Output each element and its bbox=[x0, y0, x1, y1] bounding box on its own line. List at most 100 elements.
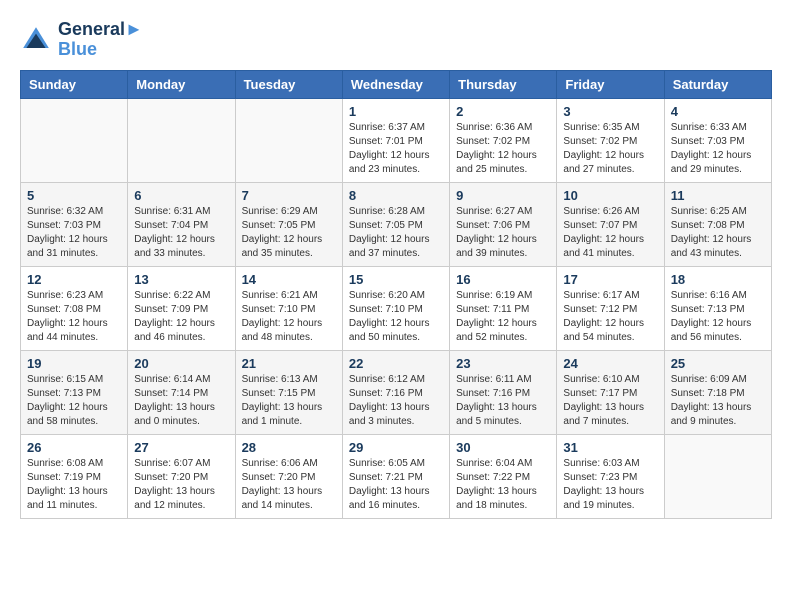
calendar-day-3: 3Sunrise: 6:35 AMSunset: 7:02 PMDaylight… bbox=[557, 98, 664, 182]
calendar-header-wednesday: Wednesday bbox=[342, 70, 449, 98]
calendar-day-15: 15 Sunrise: 6:20 AMSunset: 7:10 PMDayligh… bbox=[342, 266, 449, 350]
calendar-day-30: 30 Sunrise: 6:04 AMSunset: 7:22 PMDayligh… bbox=[450, 434, 557, 518]
calendar-day-14: 14Sunrise: 6:21 AMSunset: 7:10 PMDayligh… bbox=[235, 266, 342, 350]
day-number: 22 bbox=[349, 356, 443, 371]
day-info: Sunrise: 6:27 AMSunset: 7:06 PMDaylight:… bbox=[456, 205, 550, 261]
calendar-day-11: 11Sunrise: 6:25 AMSunset: 7:08 PMDayligh… bbox=[664, 182, 771, 266]
day-number: 1 bbox=[349, 104, 443, 119]
calendar-day-21: 21Sunrise: 6:13 AMSunset: 7:15 PMDayligh… bbox=[235, 350, 342, 434]
calendar-week-row: 19Sunrise: 6:15 AMSunset: 7:13 PMDayligh… bbox=[21, 350, 772, 434]
calendar-day-1: 1 Sunrise: 6:37 AMSunset: 7:01 PMDaylight… bbox=[342, 98, 449, 182]
day-number: 4 bbox=[671, 104, 765, 119]
day-number: 10 bbox=[563, 188, 657, 203]
day-number: 29 bbox=[349, 440, 443, 455]
day-info: Sunrise: 6:26 AMSunset: 7:07 PMDaylight:… bbox=[563, 205, 657, 261]
calendar-empty-cell bbox=[21, 98, 128, 182]
day-number: 20 bbox=[134, 356, 228, 371]
calendar-day-10: 10 Sunrise: 6:26 AMSunset: 7:07 PMDayligh… bbox=[557, 182, 664, 266]
day-info: Sunrise: 6:29 AMSunset: 7:05 PMDaylight:… bbox=[242, 205, 336, 261]
day-info: Sunrise: 6:09 AMSunset: 7:18 PMDaylight:… bbox=[671, 373, 765, 429]
logo-icon bbox=[20, 24, 52, 56]
calendar-week-row: 12 Sunrise: 6:23 AMSunset: 7:08 PMDayligh… bbox=[21, 266, 772, 350]
calendar-header-sunday: Sunday bbox=[21, 70, 128, 98]
day-info: Sunrise: 6:22 AMSunset: 7:09 PMDaylight:… bbox=[134, 289, 228, 345]
day-info: Sunrise: 6:36 AMSunset: 7:02 PMDaylight:… bbox=[456, 121, 550, 177]
day-info: Sunrise: 6:05 AMSunset: 7:21 PMDaylight:… bbox=[349, 457, 443, 513]
day-number: 21 bbox=[242, 356, 336, 371]
calendar-header-thursday: Thursday bbox=[450, 70, 557, 98]
calendar-day-12: 12 Sunrise: 6:23 AMSunset: 7:08 PMDayligh… bbox=[21, 266, 128, 350]
day-number: 25 bbox=[671, 356, 765, 371]
calendar-day-7: 7Sunrise: 6:29 AMSunset: 7:05 PMDaylight… bbox=[235, 182, 342, 266]
calendar-day-6: 6Sunrise: 6:31 AMSunset: 7:04 PMDaylight… bbox=[128, 182, 235, 266]
day-info: Sunrise: 6:03 AMSunset: 7:23 PMDaylight:… bbox=[563, 457, 657, 513]
calendar-day-24: 24Sunrise: 6:10 AMSunset: 7:17 PMDayligh… bbox=[557, 350, 664, 434]
day-info: Sunrise: 6:04 AMSunset: 7:22 PMDaylight:… bbox=[456, 457, 550, 513]
day-number: 23 bbox=[456, 356, 550, 371]
day-info: Sunrise: 6:12 AMSunset: 7:16 PMDaylight:… bbox=[349, 373, 443, 429]
calendar-empty-cell bbox=[128, 98, 235, 182]
calendar-day-2: 2 Sunrise: 6:36 AMSunset: 7:02 PMDaylight… bbox=[450, 98, 557, 182]
day-number: 26 bbox=[27, 440, 121, 455]
day-info: Sunrise: 6:23 AMSunset: 7:08 PMDaylight:… bbox=[27, 289, 121, 345]
calendar-day-31: 31 Sunrise: 6:03 AMSunset: 7:23 PMDayligh… bbox=[557, 434, 664, 518]
logo: General► Blue bbox=[20, 20, 143, 60]
calendar-day-9: 9 Sunrise: 6:27 AMSunset: 7:06 PMDaylight… bbox=[450, 182, 557, 266]
calendar-day-16: 16 Sunrise: 6:19 AMSunset: 7:11 PMDayligh… bbox=[450, 266, 557, 350]
calendar-day-29: 29 Sunrise: 6:05 AMSunset: 7:21 PMDayligh… bbox=[342, 434, 449, 518]
calendar-day-28: 28 Sunrise: 6:06 AMSunset: 7:20 PMDayligh… bbox=[235, 434, 342, 518]
calendar-day-25: 25 Sunrise: 6:09 AMSunset: 7:18 PMDayligh… bbox=[664, 350, 771, 434]
day-number: 30 bbox=[456, 440, 550, 455]
calendar-day-18: 18 Sunrise: 6:16 AMSunset: 7:13 PMDayligh… bbox=[664, 266, 771, 350]
day-info: Sunrise: 6:19 AMSunset: 7:11 PMDaylight:… bbox=[456, 289, 550, 345]
day-info: Sunrise: 6:37 AMSunset: 7:01 PMDaylight:… bbox=[349, 121, 443, 177]
day-info: Sunrise: 6:06 AMSunset: 7:20 PMDaylight:… bbox=[242, 457, 336, 513]
day-number: 28 bbox=[242, 440, 336, 455]
day-info: Sunrise: 6:11 AMSunset: 7:16 PMDaylight:… bbox=[456, 373, 550, 429]
calendar-day-27: 27 Sunrise: 6:07 AMSunset: 7:20 PMDayligh… bbox=[128, 434, 235, 518]
calendar-week-row: 26 Sunrise: 6:08 AMSunset: 7:19 PMDayligh… bbox=[21, 434, 772, 518]
day-number: 15 bbox=[349, 272, 443, 287]
day-info: Sunrise: 6:33 AMSunset: 7:03 PMDaylight:… bbox=[671, 121, 765, 177]
calendar-day-4: 4 Sunrise: 6:33 AMSunset: 7:03 PMDaylight… bbox=[664, 98, 771, 182]
calendar-day-19: 19Sunrise: 6:15 AMSunset: 7:13 PMDayligh… bbox=[21, 350, 128, 434]
calendar-day-23: 23 Sunrise: 6:11 AMSunset: 7:16 PMDayligh… bbox=[450, 350, 557, 434]
day-number: 8 bbox=[349, 188, 443, 203]
calendar-day-26: 26 Sunrise: 6:08 AMSunset: 7:19 PMDayligh… bbox=[21, 434, 128, 518]
day-number: 19 bbox=[27, 356, 121, 371]
day-number: 14 bbox=[242, 272, 336, 287]
calendar-day-17: 17Sunrise: 6:17 AMSunset: 7:12 PMDayligh… bbox=[557, 266, 664, 350]
day-info: Sunrise: 6:08 AMSunset: 7:19 PMDaylight:… bbox=[27, 457, 121, 513]
logo-text: General► Blue bbox=[58, 20, 143, 60]
calendar-empty-cell bbox=[664, 434, 771, 518]
day-number: 11 bbox=[671, 188, 765, 203]
calendar-week-row: 1 Sunrise: 6:37 AMSunset: 7:01 PMDaylight… bbox=[21, 98, 772, 182]
day-number: 2 bbox=[456, 104, 550, 119]
calendar-header-tuesday: Tuesday bbox=[235, 70, 342, 98]
calendar-header-friday: Friday bbox=[557, 70, 664, 98]
day-info: Sunrise: 6:31 AMSunset: 7:04 PMDaylight:… bbox=[134, 205, 228, 261]
calendar-day-20: 20 Sunrise: 6:14 AMSunset: 7:14 PMDayligh… bbox=[128, 350, 235, 434]
calendar-empty-cell bbox=[235, 98, 342, 182]
day-number: 27 bbox=[134, 440, 228, 455]
day-info: Sunrise: 6:14 AMSunset: 7:14 PMDaylight:… bbox=[134, 373, 228, 429]
day-number: 9 bbox=[456, 188, 550, 203]
calendar-day-5: 5Sunrise: 6:32 AMSunset: 7:03 PMDaylight… bbox=[21, 182, 128, 266]
day-info: Sunrise: 6:28 AMSunset: 7:05 PMDaylight:… bbox=[349, 205, 443, 261]
calendar-day-13: 13 Sunrise: 6:22 AMSunset: 7:09 PMDayligh… bbox=[128, 266, 235, 350]
day-number: 12 bbox=[27, 272, 121, 287]
day-number: 13 bbox=[134, 272, 228, 287]
day-info: Sunrise: 6:16 AMSunset: 7:13 PMDaylight:… bbox=[671, 289, 765, 345]
page-header: General► Blue bbox=[20, 20, 772, 60]
day-info: Sunrise: 6:07 AMSunset: 7:20 PMDaylight:… bbox=[134, 457, 228, 513]
day-info: Sunrise: 6:20 AMSunset: 7:10 PMDaylight:… bbox=[349, 289, 443, 345]
calendar-week-row: 5Sunrise: 6:32 AMSunset: 7:03 PMDaylight… bbox=[21, 182, 772, 266]
day-info: Sunrise: 6:10 AMSunset: 7:17 PMDaylight:… bbox=[563, 373, 657, 429]
day-number: 16 bbox=[456, 272, 550, 287]
day-number: 18 bbox=[671, 272, 765, 287]
calendar-header-monday: Monday bbox=[128, 70, 235, 98]
calendar-table: SundayMondayTuesdayWednesdayThursdayFrid… bbox=[20, 70, 772, 519]
day-number: 31 bbox=[563, 440, 657, 455]
day-info: Sunrise: 6:35 AMSunset: 7:02 PMDaylight:… bbox=[563, 121, 657, 177]
calendar-header-saturday: Saturday bbox=[664, 70, 771, 98]
